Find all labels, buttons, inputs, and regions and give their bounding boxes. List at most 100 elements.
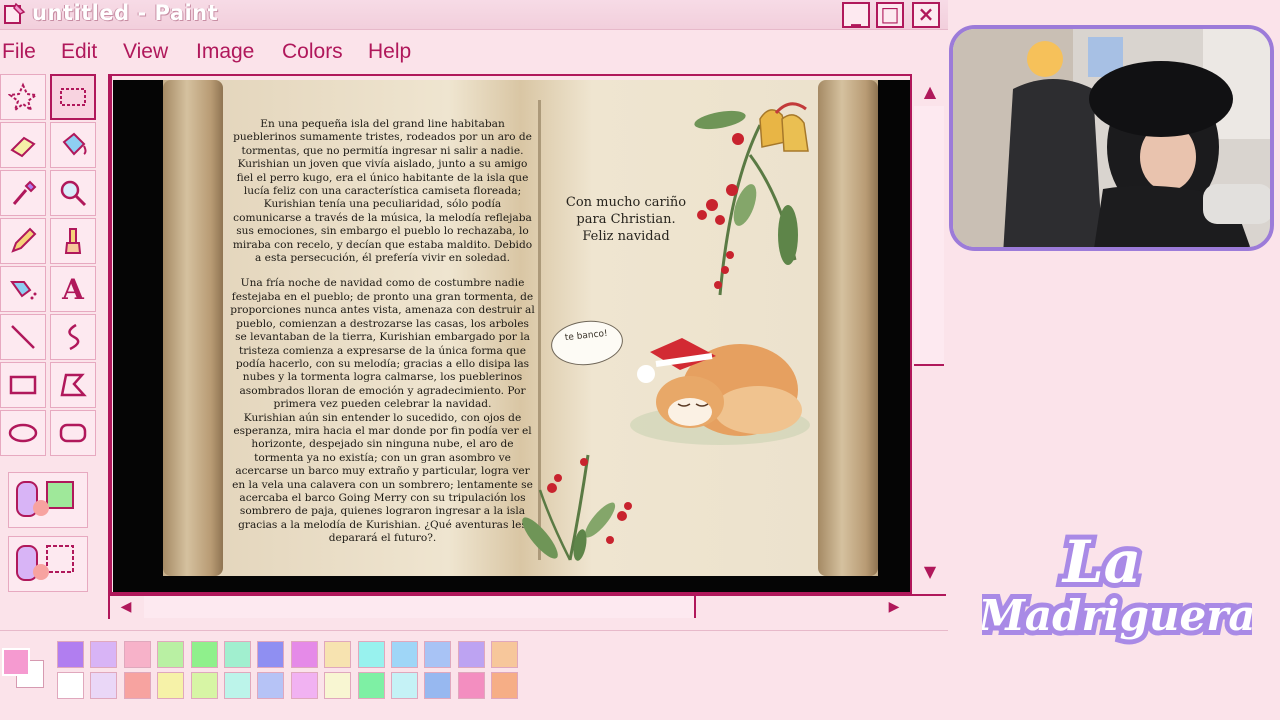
tool-magnifier[interactable] <box>50 170 96 216</box>
tool-eraser[interactable] <box>0 122 46 168</box>
palette-swatch[interactable] <box>224 672 251 699</box>
story-paragraph: Kurishian aún sin entender lo sucedido, … <box>232 411 533 545</box>
horizontal-scrollbar[interactable]: ◀ ▶ <box>110 594 946 618</box>
menu-edit[interactable]: Edit <box>61 40 97 64</box>
tool-pencil[interactable] <box>0 218 46 264</box>
tool-airbrush[interactable] <box>0 266 46 312</box>
palette-swatch[interactable] <box>190 672 218 699</box>
magnifier-icon <box>60 180 87 207</box>
curve-icon <box>68 323 80 351</box>
eraser-icon <box>10 136 36 158</box>
maximize-button[interactable]: □ <box>876 2 904 28</box>
palette-swatch[interactable] <box>157 672 185 699</box>
scroll-down-icon[interactable]: ▼ <box>918 560 942 584</box>
dedication-line: Con mucho cariño <box>565 195 687 210</box>
palette-swatch[interactable] <box>90 672 118 699</box>
palette-swatch[interactable] <box>123 672 151 699</box>
foreground-color-swatch[interactable] <box>2 648 30 676</box>
tool-free-select[interactable] <box>0 74 46 120</box>
palette-swatch[interactable] <box>457 672 485 699</box>
tool-text[interactable]: A <box>50 266 96 312</box>
vertical-scrollbar[interactable]: ▲ ▼ <box>910 74 946 594</box>
tool-rect-select[interactable] <box>50 74 96 120</box>
rect-select-icon <box>60 88 86 106</box>
palette-swatch[interactable] <box>357 672 385 699</box>
palette-swatch[interactable] <box>190 641 218 668</box>
menu-help[interactable]: Help <box>368 40 411 64</box>
palette-swatch[interactable] <box>424 641 452 668</box>
palette-swatch[interactable] <box>57 641 84 668</box>
palette-swatch[interactable] <box>491 641 519 668</box>
menu-view[interactable]: View <box>123 40 168 64</box>
palette-swatch[interactable] <box>123 641 151 668</box>
palette-swatch[interactable] <box>391 672 418 699</box>
horizontal-scroll-thumb[interactable] <box>144 596 696 618</box>
palette-swatch[interactable] <box>391 641 418 668</box>
palette-swatch[interactable] <box>157 641 185 668</box>
close-icon: × <box>917 2 935 26</box>
polygon-icon <box>60 373 87 397</box>
palette-swatch[interactable] <box>324 641 352 668</box>
dedication-line: Feliz navidad <box>582 229 670 244</box>
story-text: En una pequeña isla del grand line habit… <box>230 118 535 558</box>
palette-swatch[interactable] <box>257 641 285 668</box>
sleeping-fox-illustration <box>630 338 810 445</box>
palette-swatch[interactable] <box>90 641 118 668</box>
menu-image[interactable]: Image <box>196 40 254 64</box>
palette-swatch[interactable] <box>457 641 485 668</box>
paint-app-icon <box>4 2 26 24</box>
menu-bar: File Edit View Image Colors Help <box>0 30 948 74</box>
title-bar: untitled - Paint _ □ × <box>0 0 948 30</box>
tool-option-transparent[interactable] <box>8 536 88 592</box>
tool-polygon[interactable] <box>50 362 96 408</box>
holly-bottom-decoration <box>522 454 632 561</box>
tool-ellipse[interactable] <box>0 410 46 456</box>
palette-swatch[interactable] <box>357 641 385 668</box>
la-madriguera-logo: La Madriguera <box>982 523 1252 645</box>
scroll-right-icon[interactable]: ▶ <box>882 596 906 618</box>
palette-swatch[interactable] <box>257 672 285 699</box>
rectangle-icon <box>9 375 37 395</box>
dedication-text: Con mucho cariño para Christian. Feliz n… <box>556 194 696 245</box>
tool-brush[interactable] <box>50 218 96 264</box>
current-colors[interactable] <box>2 644 46 688</box>
palette-swatch[interactable] <box>424 672 452 699</box>
logo-line1: La <box>1061 528 1141 596</box>
tool-option-opaque[interactable] <box>8 472 88 528</box>
scroll-up-icon[interactable]: ▲ <box>918 80 942 104</box>
tool-color-picker[interactable] <box>0 170 46 216</box>
streamer-video-frame <box>953 29 1270 247</box>
opaque-shapes-icon <box>16 481 74 517</box>
fill-bucket-icon <box>62 132 87 156</box>
palette-swatch[interactable] <box>324 672 352 699</box>
tool-rounded-rectangle[interactable] <box>50 410 96 456</box>
tool-line[interactable] <box>0 314 46 360</box>
palette-swatch[interactable] <box>290 672 318 699</box>
palette-swatch[interactable] <box>224 641 251 668</box>
menu-colors[interactable]: Colors <box>282 40 343 64</box>
tool-rectangle[interactable] <box>0 362 46 408</box>
scroll-roll-right <box>818 80 878 576</box>
scroll-left-icon[interactable]: ◀ <box>114 596 138 618</box>
rounded-rectangle-icon <box>59 423 87 443</box>
palette-swatch[interactable] <box>57 672 84 699</box>
palette-swatch[interactable] <box>491 672 519 699</box>
color-picker-icon <box>12 180 37 205</box>
thought-bubble-text: te banco! <box>564 328 609 344</box>
tool-curve[interactable] <box>50 314 96 360</box>
story-paragraph: Una fría noche de navidad como de costum… <box>230 277 535 411</box>
palette-swatch[interactable] <box>290 641 318 668</box>
airbrush-icon <box>10 281 37 300</box>
menu-file[interactable]: File <box>2 40 36 64</box>
tool-fill[interactable] <box>50 122 96 168</box>
minimize-button[interactable]: _ <box>842 2 870 28</box>
webcam-overlay <box>949 25 1274 251</box>
minimize-icon: _ <box>851 2 861 26</box>
text-icon: A <box>62 272 84 306</box>
brush-icon <box>64 228 82 254</box>
holly-bells-decoration <box>694 102 809 296</box>
vertical-scroll-thumb[interactable] <box>914 106 944 366</box>
maximize-icon: □ <box>880 2 900 26</box>
scroll-roll-left <box>163 80 223 576</box>
close-button[interactable]: × <box>912 2 940 28</box>
